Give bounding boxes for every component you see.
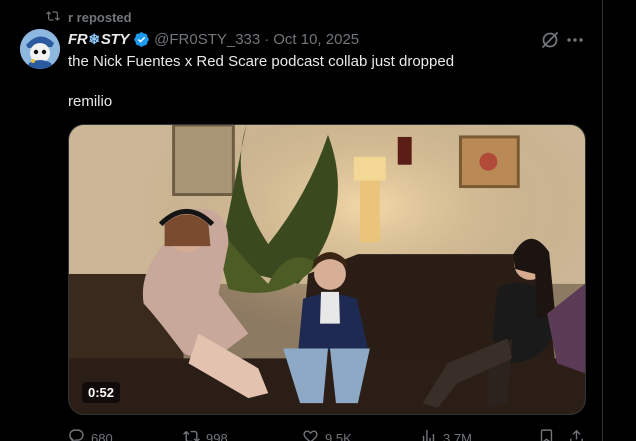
reply-icon bbox=[68, 428, 85, 441]
more-icon[interactable] bbox=[565, 31, 585, 49]
action-bar: 680 998 9.5K 3.7M bbox=[68, 428, 588, 441]
repost-label: r reposted bbox=[68, 9, 132, 25]
bookmark-icon bbox=[538, 428, 555, 441]
reply-count: 680 bbox=[91, 430, 113, 441]
like-count: 9.5K bbox=[325, 430, 352, 441]
user-handle[interactable]: @FR0STY_333 bbox=[154, 31, 260, 48]
repost-indicator[interactable]: r reposted bbox=[46, 9, 132, 25]
snowflake-icon: ❄ bbox=[88, 30, 100, 47]
views-icon bbox=[420, 428, 437, 441]
views-count: 3.7M bbox=[443, 430, 472, 441]
tweet-header: FR❄STY @FR0STY_333 · Oct 10, 2025 bbox=[68, 29, 359, 49]
tweet-text-line2: remilio bbox=[68, 93, 113, 110]
share-button[interactable] bbox=[568, 428, 585, 441]
avatar[interactable] bbox=[20, 29, 60, 69]
tweet-text: the Nick Fuentes x Red Scare podcast col… bbox=[68, 53, 455, 70]
video-player[interactable] bbox=[68, 124, 586, 415]
bookmark-button[interactable] bbox=[538, 428, 555, 441]
repost-button[interactable]: 998 bbox=[183, 428, 228, 441]
reply-button[interactable]: 680 bbox=[68, 428, 113, 441]
verified-badge-icon[interactable] bbox=[133, 31, 150, 48]
video-frame bbox=[69, 125, 585, 414]
column-divider bbox=[602, 0, 603, 441]
share-icon bbox=[568, 428, 585, 441]
video-duration: 0:52 bbox=[82, 382, 121, 403]
separator-dot: · bbox=[264, 30, 270, 48]
repost-count: 998 bbox=[206, 430, 228, 441]
repost-icon bbox=[46, 9, 60, 26]
display-name[interactable]: FR❄STY bbox=[68, 31, 129, 48]
like-button[interactable]: 9.5K bbox=[302, 428, 352, 441]
like-icon bbox=[302, 428, 319, 441]
repost-icon bbox=[183, 428, 200, 441]
post-date[interactable]: Oct 10, 2025 bbox=[273, 31, 359, 48]
views-button[interactable]: 3.7M bbox=[420, 428, 472, 441]
grok-icon[interactable] bbox=[540, 30, 560, 50]
